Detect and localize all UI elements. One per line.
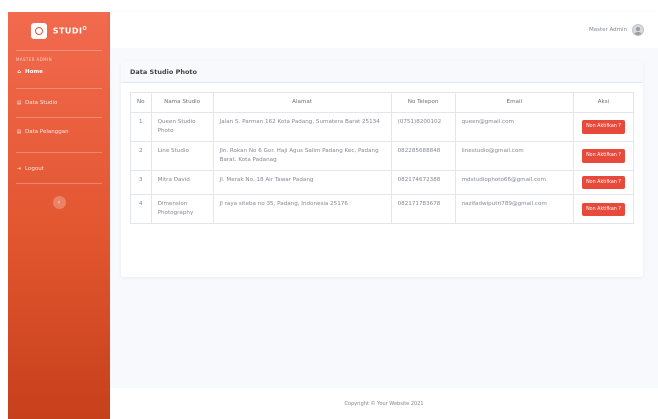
table-row: 2 Line Studio Jln. Rokan No 6 Gor. Haji …	[130, 140, 634, 171]
sidebar-heading: MASTER ADMIN	[16, 57, 52, 62]
sidebar-toggle-button[interactable]: ‹	[52, 196, 66, 209]
column-header: No Telepon	[390, 92, 456, 113]
sidebar-item-data-studio[interactable]: ▤ Data Studio	[8, 95, 110, 111]
sidebar-item-label: Data Studio	[25, 100, 58, 106]
sidebar-item-data-pelanggan[interactable]: ▤ Data Pelanggan	[8, 124, 110, 140]
deactivate-button[interactable]: Non Aktifkan ?	[582, 120, 625, 134]
table-row: 1 Queen Studio Photo Jalan S. Parman 162…	[130, 112, 634, 142]
cell-nama: Mitra David	[150, 169, 214, 196]
logout-icon: ⇥	[16, 166, 22, 172]
sidebar-item-label: Home	[25, 69, 43, 75]
cell-nama: Line Studio	[150, 140, 214, 171]
cell-no: 1	[130, 112, 152, 142]
sidebar-divider	[16, 88, 102, 89]
column-header: Aksi	[573, 92, 634, 113]
studio-table: No Nama Studio Alamat No Telepon Email A…	[130, 92, 634, 225]
deactivate-button[interactable]: Non Aktifkan ?	[582, 175, 625, 190]
sidebar-item-home[interactable]: ⌂ Home	[8, 64, 110, 80]
sidebar-item-logout[interactable]: ⇥ Logout	[8, 161, 110, 177]
cell-no: 2	[130, 140, 152, 171]
copyright-text: Copyright © Your Website 2021	[344, 400, 424, 407]
brand-name: STUDIO	[52, 26, 88, 36]
cell-aksi: Non Aktifkan ?	[573, 140, 634, 171]
data-card: Data Studio Photo No Nama Studio Alamat …	[121, 61, 643, 277]
cell-alamat: Jl. Merak No. 18 Air Tawar Padang	[212, 169, 392, 196]
table-icon: ▤	[16, 129, 22, 135]
cell-aksi: Non Aktifkan ?	[573, 169, 634, 196]
chevron-left-icon: ‹	[57, 199, 61, 206]
sidebar-item-label: Data Pelanggan	[25, 129, 69, 135]
cell-email: nazifadwiputri789@gmail.com	[454, 194, 575, 225]
sidebar: STUDIO MASTER ADMIN ⌂ Home ▤ Data Studio…	[8, 12, 110, 419]
cell-telepon: (0751)8200102	[390, 112, 456, 142]
cell-email: queen@gmail.com	[454, 112, 575, 142]
user-name[interactable]: Master Admin	[589, 27, 627, 33]
sidebar-divider	[16, 152, 102, 153]
sidebar-divider	[16, 183, 102, 184]
table-row: 3 Mitra David Jl. Merak No. 18 Air Tawar…	[130, 169, 634, 196]
sidebar-divider	[16, 117, 102, 118]
main-content: Data Studio Photo No Nama Studio Alamat …	[110, 48, 658, 388]
cell-email: mdstudiophoto66@gmail.com	[454, 169, 575, 196]
column-header: Alamat	[212, 92, 392, 113]
cell-aksi: Non Aktifkan ?	[573, 194, 634, 225]
card-title: Data Studio Photo	[121, 61, 643, 83]
cell-no: 3	[130, 169, 152, 196]
column-header: No	[130, 92, 152, 113]
cell-alamat: Jln. Rokan No 6 Gor. Haji Agus Salim Pad…	[212, 140, 392, 171]
sidebar-item-label: Logout	[25, 166, 44, 172]
cell-telepon: 082285688848	[390, 140, 456, 171]
table-wrapper: No Nama Studio Alamat No Telepon Email A…	[121, 83, 643, 225]
topbar: Master Admin	[110, 12, 658, 48]
column-header: Nama Studio	[150, 92, 214, 113]
cell-nama: Queen Studio Photo	[150, 112, 214, 142]
cell-email: linestudio@gmail.com	[454, 140, 575, 171]
camera-icon	[30, 23, 47, 39]
deactivate-button[interactable]: Non Aktifkan ?	[582, 202, 625, 217]
cell-alamat: Jl raya siteba no 35, Padang, Indonesia …	[212, 194, 392, 225]
home-icon: ⌂	[17, 69, 21, 75]
cell-telepon: 082171783678	[390, 194, 456, 225]
cell-aksi: Non Aktifkan ?	[573, 112, 634, 142]
cell-alamat: Jalan S. Parman 162 Kota Padang, Sumater…	[212, 112, 392, 142]
avatar[interactable]	[632, 24, 644, 36]
footer: Copyright © Your Website 2021	[110, 388, 658, 419]
table-row: 4 Dimension Photography Jl raya siteba n…	[130, 194, 634, 225]
column-header: Email	[454, 92, 575, 113]
brand[interactable]: STUDIO	[8, 12, 110, 50]
deactivate-button[interactable]: Non Aktifkan ?	[582, 148, 625, 163]
cell-nama: Dimension Photography	[150, 194, 214, 225]
table-icon: ▤	[16, 100, 22, 106]
cell-no: 4	[130, 194, 152, 225]
table-header-row: No Nama Studio Alamat No Telepon Email A…	[130, 92, 634, 113]
cell-telepon: 082174672388	[390, 169, 456, 196]
